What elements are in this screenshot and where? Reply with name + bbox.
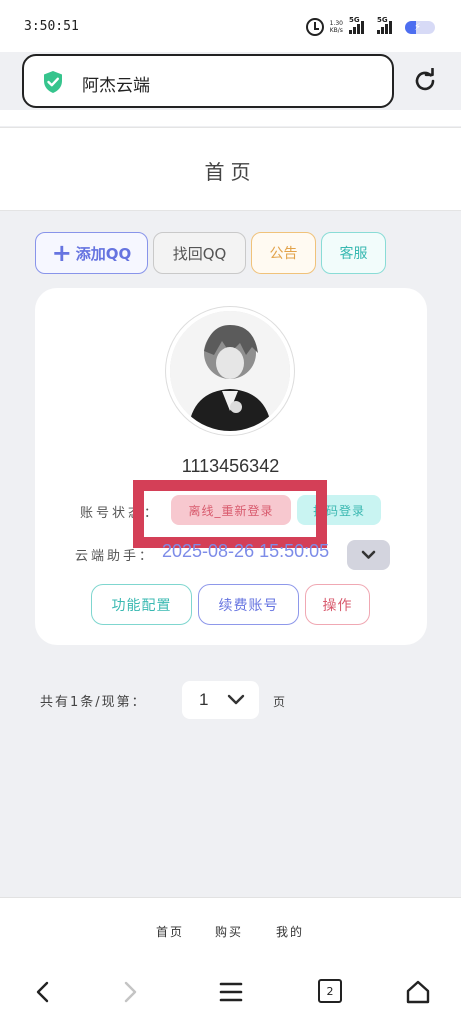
browser-nav-bar: 2 <box>0 961 461 1024</box>
back-icon[interactable] <box>30 979 56 1005</box>
tab-home[interactable]: 首页 <box>156 923 184 940</box>
find-qq-button[interactable]: 找回QQ <box>153 232 246 274</box>
add-qq-button[interactable]: + 添加QQ <box>35 232 148 274</box>
address-bar[interactable]: 阿杰云端 <box>22 54 394 108</box>
expand-button[interactable] <box>347 540 390 570</box>
tab-count: 2 <box>326 984 334 998</box>
pager-summary: 共有1条/现第： <box>40 695 147 710</box>
chevron-down-icon <box>227 694 245 705</box>
notice-label: 公告 <box>269 246 298 262</box>
page-title: 首页 <box>204 160 257 184</box>
service-label: 客服 <box>339 246 368 262</box>
home-icon[interactable] <box>405 979 431 1005</box>
shield-check-icon <box>44 71 62 93</box>
customer-service-button[interactable]: 客服 <box>321 232 386 274</box>
bottom-tab-bar: 首页 购买 我的 <box>0 897 461 961</box>
alarm-icon <box>305 18 324 36</box>
address-title: 阿杰云端 <box>82 76 150 96</box>
status-icons: 1.30 KB/s 5G 5G ⚡ <box>305 16 435 37</box>
tabs-icon[interactable]: 2 <box>318 979 342 1003</box>
page-select[interactable]: 1 <box>182 681 259 719</box>
battery-icon: ⚡ <box>405 20 435 34</box>
current-page: 1 <box>199 690 209 709</box>
menu-icon[interactable] <box>218 979 244 1005</box>
operate-button[interactable]: 操作 <box>305 584 370 625</box>
plus-icon: + <box>51 239 72 267</box>
clock: 3:50:51 <box>24 19 79 34</box>
feature-config-button[interactable]: 功能配置 <box>91 584 192 625</box>
net-speed: 1.30 KB/s <box>329 20 343 34</box>
notice-button[interactable]: 公告 <box>251 232 316 274</box>
forward-icon[interactable] <box>117 979 143 1005</box>
signal-icon: 5G <box>349 16 371 34</box>
expire-time: 2025-08-26 15:50:05 <box>162 541 330 561</box>
chevron-down-icon <box>361 550 376 559</box>
signal-icon-2: 5G <box>377 16 399 34</box>
qq-number: 1113456342 <box>181 456 280 476</box>
page-header: 首页 <box>0 127 461 211</box>
find-qq-label: 找回QQ <box>172 244 227 263</box>
page-unit: 页 <box>273 695 286 709</box>
highlight-box <box>133 480 327 548</box>
renew-account-button[interactable]: 续费账号 <box>198 584 299 625</box>
tab-buy[interactable]: 购买 <box>215 923 243 940</box>
reload-icon[interactable] <box>412 68 438 94</box>
cloud-assistant-label: 云端助手： <box>75 549 156 564</box>
avatar <box>166 307 294 435</box>
status-bar: 3:50:51 1.30 KB/s 5G 5G ⚡ <box>0 0 461 52</box>
tab-me[interactable]: 我的 <box>276 923 304 940</box>
add-qq-label: 添加QQ <box>75 244 132 263</box>
avatar-image <box>170 311 290 431</box>
page-top-strip <box>0 110 461 126</box>
